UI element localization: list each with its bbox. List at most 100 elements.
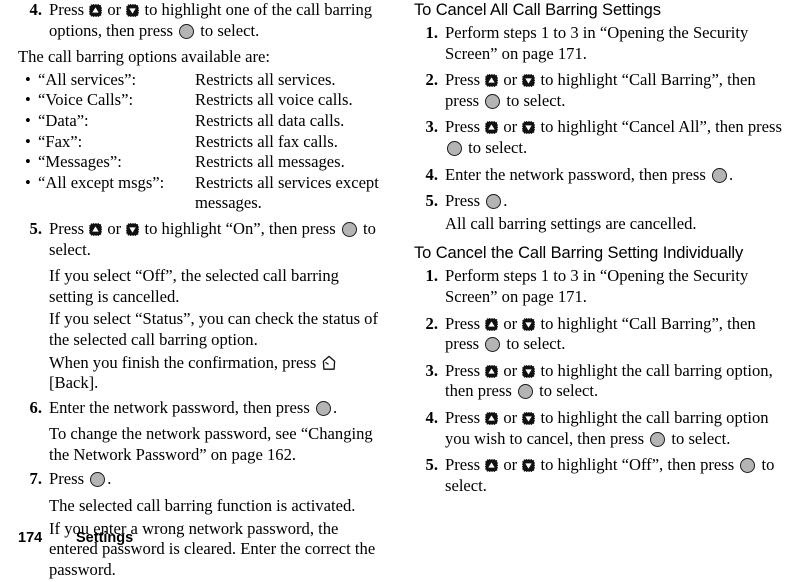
center-select-key-icon [315,400,331,416]
center-select-key-icon [650,431,666,447]
step-item: 1. Perform steps 1 to 3 in “Opening the … [414,266,782,307]
center-select-key-icon [486,194,502,210]
step-text-fragment: or [499,407,522,427]
bullet-dot-icon: • [25,69,31,89]
step-text-fragment: . [728,164,734,184]
step-text-fragment: [Back]. [49,373,99,393]
step7-note-activated: The selected call barring function is ac… [49,496,356,516]
step-number: 5. [425,455,438,475]
center-select-key-icon [740,458,756,474]
center-select-key-icon [711,167,727,183]
call-barring-options-list: • “All services”: Restricts all services… [18,70,386,214]
list-item: • “All except msgs”: Restricts all servi… [18,173,386,194]
step-number: 4. [425,164,438,184]
manual-page: 4. Press or to highlight one of the call… [0,0,785,579]
option-definition: Restricts all messages. [195,152,345,172]
nav-down-key-icon [522,459,536,472]
option-definition: Restricts all fax calls. [195,131,338,151]
step-text: Press or to highlight one of the call ba… [49,0,386,41]
step-text-fragment: or [499,313,522,333]
option-definition: Restricts all services. [195,69,336,89]
step-text-fragment: Enter the network password, then press [49,397,314,417]
step-text: Press or to highlight “Call Barring”, th… [445,70,782,111]
step-text: Press or to highlight the call barring o… [445,408,782,449]
step5-note-off: If you select “Off”, the selected call b… [49,266,339,306]
center-select-key-icon [485,337,501,353]
step-text-fragment: to select. [502,334,566,354]
option-term: “Fax”: [38,131,83,151]
step-number: 5. [425,191,438,211]
step-number: 1. [425,23,438,42]
step-number: 2. [425,313,438,333]
nav-down-key-icon [522,412,536,425]
step-number: 3. [425,360,438,380]
step-number: 5. [29,218,42,238]
right-column: To Cancel All Call Barring Settings 1. P… [414,0,782,502]
step-text: Perform steps 1 to 3 in “Opening the Sec… [445,266,749,306]
option-term: “Voice Calls”: [38,90,134,110]
list-item: • “Fax”: Restricts all fax calls. [18,132,386,153]
step-text: Enter the network password, then press . [445,165,782,186]
step-text-fragment: to highlight “On”, then press [140,218,340,238]
center-select-key-icon [517,384,533,400]
option-term: “Data”: [38,110,89,130]
step-text-fragment: . [107,469,112,489]
step-item: 2. Press or to highlight “Call Barring”,… [414,70,782,111]
step-text-fragment: When you finish the confirmation, press [49,352,321,372]
list-item: • “Messages”: Restricts all messages. [18,152,386,173]
step-text-fragment: to select. [502,90,566,110]
bullet-dot-icon: • [25,172,31,192]
nav-up-key-icon [89,4,103,17]
nav-down-key-icon [126,223,140,236]
step5-note-status: If you select “Status”, you can check th… [49,309,378,349]
list-item: • “All services”: Restricts all services… [18,70,386,91]
center-select-key-icon [341,221,357,237]
step-text-fragment: or [499,117,522,137]
step-text-fragment: Press [49,218,89,238]
list-item: • “Voice Calls”: Restricts all voice cal… [18,90,386,111]
step-text-fragment: Press [445,117,485,137]
step-text-fragment: . [332,397,338,417]
step-item: 6. Enter the network password, then pres… [18,398,386,419]
step-number: 2. [425,70,438,90]
step-item: 5. Press or to highlight “On”, then pres… [18,219,386,260]
step-text: Press or to highlight “On”, then press t… [49,219,386,260]
step-item: 4. Press or to highlight one of the call… [18,0,386,41]
nav-up-key-icon [485,364,499,378]
nav-down-key-icon [522,74,536,88]
step-item: 5. Press or to highlight “Off”, then pre… [414,455,782,496]
heading-cancel-individually: To Cancel the Call Barring Setting Indiv… [414,244,744,263]
center-select-key-icon [447,140,462,156]
step-text-fragment: or [499,360,522,380]
option-definition-continued: messages. [195,193,262,213]
nav-up-key-icon [485,74,499,88]
step-text-fragment: Press [445,407,485,427]
step-item: 4. Enter the network password, then pres… [414,165,782,186]
step-item: 3. Press or to highlight the call barrin… [414,361,782,402]
bullet-dot-icon: • [25,152,31,172]
nav-down-key-icon [522,121,536,135]
center-select-key-icon [485,93,501,109]
step-text-fragment: to select. [667,428,731,448]
nav-up-key-icon [485,317,499,331]
option-term: “All services”: [38,69,137,89]
step-text-fragment: to select. [464,137,528,157]
step-number: 1. [425,266,438,286]
bullet-dot-icon: • [25,110,31,130]
step-item: 3. Press or to highlight “Cancel All”, t… [414,117,782,158]
step-text-fragment: Press [49,0,89,19]
step7-note-wrong-password: If you enter a wrong network password, t… [49,518,376,579]
step-text-fragment: Press [445,360,485,380]
nav-down-key-icon [522,364,536,378]
step-number: 6. [29,397,42,417]
step-text: Press or to highlight “Off”, then press … [445,455,782,496]
step6-note: To change the network password, see “Cha… [49,424,373,464]
nav-up-key-icon [89,223,103,236]
step-text-fragment: or [103,218,126,238]
step-item: 5. Press . [414,191,782,212]
step-text-fragment: to select. [534,381,599,401]
step-text-fragment: to highlight “Cancel All”, then press [536,117,782,137]
step-text: Press . [49,469,386,490]
nav-up-key-icon [485,121,499,135]
cancel-all-result-note: All call barring settings are cancelled. [445,213,697,233]
